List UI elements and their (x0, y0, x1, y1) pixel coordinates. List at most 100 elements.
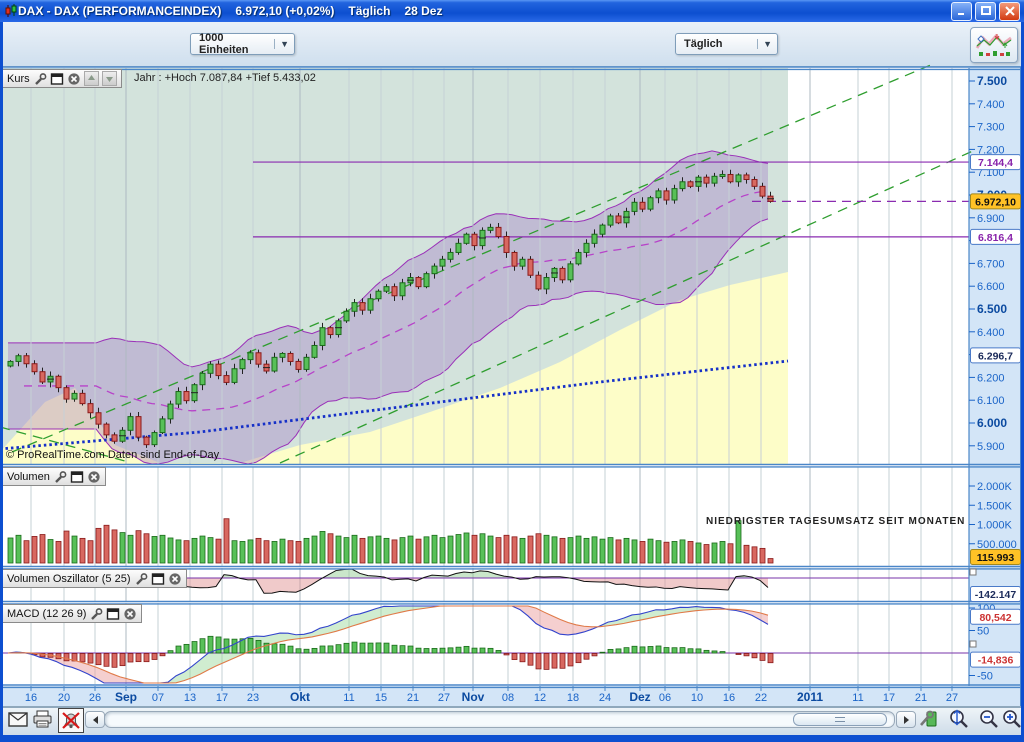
tool-settings-icon[interactable] (918, 709, 940, 729)
svg-text:Nov: Nov (462, 690, 485, 704)
close-panel-icon[interactable] (123, 607, 137, 621)
svg-text:2.000K: 2.000K (977, 481, 1013, 493)
axis-badge: 6.296,7 (971, 348, 1021, 363)
svg-text:50: 50 (977, 626, 989, 638)
macd-panel-label: MACD (12 26 9) (7, 608, 86, 620)
svg-text:20: 20 (58, 692, 70, 704)
volume-oscillator-panel-header: Volumen Oszillator (5 25) (2, 569, 187, 588)
close-panel-icon[interactable] (67, 72, 81, 86)
svg-text:500.000: 500.000 (977, 539, 1017, 551)
anchor-handle (970, 569, 976, 575)
wrench-icon[interactable] (53, 470, 67, 484)
svg-text:Dez: Dez (629, 690, 650, 704)
svg-text:13: 13 (184, 692, 196, 704)
axis-badge: 6.816,4 (971, 229, 1021, 244)
svg-text:1.000K: 1.000K (977, 520, 1013, 532)
volume-annotation: NIEDRIGSTER TAGESUMSATZ SEIT MONATEN (706, 516, 965, 527)
svg-text:5.900: 5.900 (977, 441, 1005, 453)
svg-text:08: 08 (502, 692, 514, 704)
svg-text:-14,836: -14,836 (978, 655, 1014, 667)
svg-text:17: 17 (883, 692, 895, 704)
units-dropdown[interactable]: 1000 Einheiten ▼ (190, 33, 295, 55)
wrench-icon[interactable] (134, 572, 148, 586)
svg-text:17: 17 (216, 692, 228, 704)
period-dropdown-value: Täglich (684, 38, 723, 50)
svg-text:22: 22 (755, 692, 767, 704)
chart-canvas[interactable]: 7.5007.4007.3007.2007.1007.0006.9006.800… (0, 0, 1024, 742)
svg-text:80,542: 80,542 (979, 612, 1011, 624)
units-dropdown-value: 1000 Einheiten (199, 32, 264, 56)
year-high-low-info: Jahr : +Hoch 7.087,84 +Tief 5.433,02 (134, 72, 316, 84)
copyright-note: © ProRealTime.com Daten sind End-of-Day (6, 449, 219, 461)
svg-text:1.500K: 1.500K (977, 500, 1013, 512)
svg-text:6.100: 6.100 (977, 395, 1005, 407)
wrench-icon[interactable] (89, 607, 103, 621)
svg-text:6.500: 6.500 (977, 302, 1007, 316)
close-panel-icon[interactable] (87, 470, 101, 484)
svg-text:21: 21 (407, 692, 419, 704)
svg-text:6.296,7: 6.296,7 (978, 350, 1013, 362)
svg-text:27: 27 (438, 692, 450, 704)
window-icon[interactable] (50, 72, 64, 86)
email-icon[interactable] (8, 712, 28, 727)
period-dropdown[interactable]: Täglich ▼ (675, 33, 778, 55)
chevron-down-icon: ▼ (274, 39, 289, 49)
svg-text:Sep: Sep (115, 690, 137, 704)
svg-text:16: 16 (25, 692, 37, 704)
svg-text:6.000: 6.000 (977, 416, 1007, 430)
svg-text:6.600: 6.600 (977, 281, 1005, 293)
svg-text:11: 11 (852, 692, 863, 704)
window-border-bottom (0, 735, 1024, 742)
svg-text:115.993: 115.993 (977, 552, 1015, 564)
svg-text:2011: 2011 (797, 690, 823, 704)
svg-text:7.300: 7.300 (977, 122, 1005, 134)
svg-text:-50: -50 (977, 671, 993, 683)
zoom-out-icon[interactable] (977, 708, 999, 730)
svg-text:12: 12 (534, 692, 546, 704)
svg-text:26: 26 (89, 692, 101, 704)
svg-text:7.400: 7.400 (977, 99, 1005, 111)
svg-text:6.900: 6.900 (977, 213, 1005, 225)
window-border-left (0, 22, 3, 742)
kurs-panel-header: Kurs (2, 69, 122, 88)
wrench-icon[interactable] (33, 72, 47, 86)
move-up-icon[interactable] (84, 71, 99, 86)
svg-text:6.400: 6.400 (977, 327, 1005, 339)
svg-text:6.972,10: 6.972,10 (975, 196, 1016, 208)
move-down-icon[interactable] (102, 71, 117, 86)
axis-badge: 80,542 (971, 609, 1021, 624)
svg-text:07: 07 (152, 692, 164, 704)
svg-text:18: 18 (567, 692, 579, 704)
axis-badge: 6.972,10 (971, 194, 1021, 209)
svg-text:Okt: Okt (290, 690, 310, 704)
window-icon[interactable] (151, 572, 165, 586)
close-panel-icon[interactable] (168, 572, 182, 586)
svg-text:10: 10 (691, 692, 703, 704)
svg-text:23: 23 (247, 692, 259, 704)
svg-text:-142.147: -142.147 (975, 589, 1017, 601)
svg-text:6.200: 6.200 (977, 372, 1005, 384)
zoom-in-icon[interactable] (1000, 708, 1022, 730)
kurs-panel-label: Kurs (7, 73, 30, 85)
axis-badge: -142.147 (971, 587, 1021, 602)
svg-text:16: 16 (723, 692, 735, 704)
zoom-fit-icon[interactable] (946, 708, 970, 730)
chevron-down-icon: ▼ (757, 39, 772, 49)
volume-oscillator-label: Volumen Oszillator (5 25) (7, 573, 131, 585)
print-icon[interactable] (32, 710, 53, 728)
axis-badge: -14,836 (971, 652, 1021, 667)
svg-text:6.816,4: 6.816,4 (978, 232, 1013, 244)
svg-text:24: 24 (599, 692, 611, 704)
app-window: 7.5007.4007.3007.2007.1007.0006.9006.800… (0, 0, 1024, 742)
anchor-handle (970, 641, 976, 647)
svg-text:15: 15 (375, 692, 387, 704)
svg-text:27: 27 (946, 692, 958, 704)
svg-text:7.500: 7.500 (977, 74, 1007, 88)
axis-badge: 115.993 (971, 550, 1021, 565)
window-icon[interactable] (106, 607, 120, 621)
window-icon[interactable] (70, 470, 84, 484)
volume-panel-label: Volumen (7, 471, 50, 483)
alarm-disabled-icon[interactable] (58, 708, 84, 733)
svg-text:11: 11 (343, 692, 354, 704)
macd-panel-header: MACD (12 26 9) (2, 604, 142, 623)
